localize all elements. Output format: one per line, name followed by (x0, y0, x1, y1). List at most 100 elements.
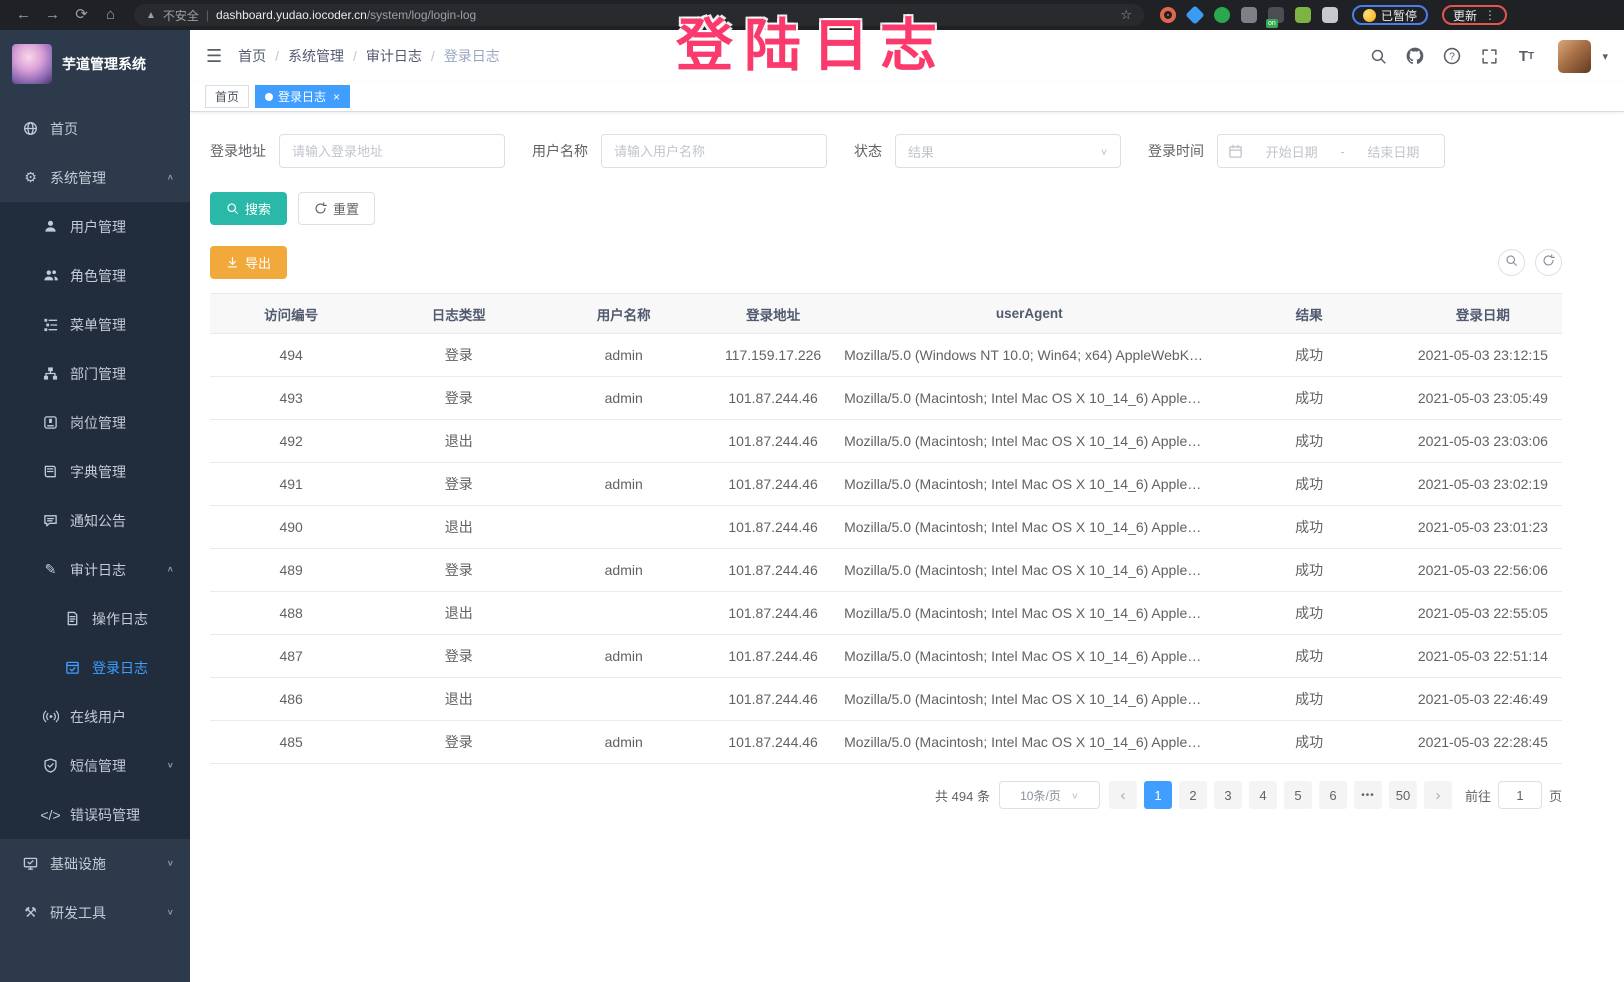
sidebar-item-devtools[interactable]: ⚒研发工具∨ (0, 888, 190, 937)
sidebar-item-operate-log[interactable]: 操作日志 (0, 594, 190, 643)
reload-icon[interactable]: ⟳ (68, 3, 95, 27)
sidebar-item-errcode[interactable]: </>错误码管理 (0, 790, 190, 839)
puzzle-extension-icon[interactable] (1322, 7, 1338, 23)
fullscreen-icon[interactable] (1480, 47, 1498, 65)
sidebar-item-home[interactable]: 首页 (0, 104, 190, 153)
sidebar-item-dict[interactable]: 字典管理 (0, 447, 190, 496)
tag-登录日志[interactable]: 登录日志 × (255, 85, 350, 108)
page-button-5[interactable]: 5 (1284, 781, 1312, 809)
table-row[interactable]: 485登录admin101.87.244.46Mozilla/5.0 (Maci… (210, 721, 1562, 764)
sidebar-item-dept[interactable]: 部门管理 (0, 349, 190, 398)
next-page-button[interactable]: › (1424, 781, 1452, 809)
sidebar-item-infra[interactable]: 基础设施∨ (0, 839, 190, 888)
close-icon[interactable]: × (333, 90, 340, 104)
start-date-placeholder[interactable]: 开始日期 (1251, 142, 1332, 161)
table-row[interactable]: 489登录admin101.87.244.46Mozilla/5.0 (Maci… (210, 549, 1562, 592)
breadcrumb-item[interactable]: 首页 (238, 46, 266, 66)
blue-gem-extension-icon[interactable] (1185, 5, 1204, 24)
table-row[interactable]: 486退出101.87.244.46Mozilla/5.0 (Macintosh… (210, 678, 1562, 721)
search-button[interactable]: 搜索 (210, 192, 287, 225)
table-row[interactable]: 490退出101.87.244.46Mozilla/5.0 (Macintosh… (210, 506, 1562, 549)
table-cell (545, 678, 702, 721)
sidebar-item-audit[interactable]: ✎审计日志∧ (0, 545, 190, 594)
book-icon (42, 464, 59, 479)
bookmark-star-icon[interactable]: ☆ (1120, 7, 1132, 23)
github-icon[interactable] (1406, 47, 1424, 65)
table-row[interactable]: 488退出101.87.244.46Mozilla/5.0 (Macintosh… (210, 592, 1562, 635)
status-select[interactable]: 结果 ∨ (895, 134, 1121, 168)
sidebar-item-label: 岗位管理 (70, 413, 126, 433)
caret-down-icon[interactable]: ▾ (1602, 50, 1608, 63)
user-avatar[interactable] (1558, 40, 1591, 73)
refresh-table-button[interactable] (1535, 249, 1562, 276)
browser-menu-icon[interactable]: ⋮ (1484, 8, 1496, 22)
total-count-label: 共 494 条 (935, 786, 990, 805)
table-row[interactable]: 492退出101.87.244.46Mozilla/5.0 (Macintosh… (210, 420, 1562, 463)
sidebar-item-menu[interactable]: 菜单管理 (0, 300, 190, 349)
browser-update-button[interactable]: 更新 ⋮ (1442, 5, 1507, 25)
breadcrumb-item[interactable]: 审计日志 (366, 46, 422, 66)
main-area: ☰ 首页/系统管理/审计日志/登录日志 ▾ ?TT 首页登录日志× 登录地址 用… (190, 30, 1624, 982)
forward-icon[interactable]: → (39, 3, 66, 27)
table-cell: 2021-05-03 22:46:49 (1404, 678, 1562, 721)
breadcrumb-item[interactable]: 系统管理 (288, 46, 344, 66)
column-header: 用户名称 (545, 294, 702, 334)
table-row[interactable]: 493登录admin101.87.244.46Mozilla/5.0 (Maci… (210, 377, 1562, 420)
search-icon[interactable] (1369, 47, 1387, 65)
download-icon (226, 256, 239, 269)
page-size-select[interactable]: 10条/页 ∨ (999, 781, 1100, 809)
help-icon[interactable]: ? (1443, 47, 1461, 65)
font-size-icon[interactable]: TT (1517, 47, 1535, 65)
header-actions: ▾ ? TT (1369, 40, 1608, 73)
security-warning-label[interactable]: 不安全 (163, 7, 199, 24)
hide-search-button[interactable] (1498, 249, 1525, 276)
home-icon[interactable]: ⌂ (97, 3, 124, 27)
grid-extension-icon[interactable] (1241, 7, 1257, 23)
back-icon[interactable]: ← (10, 3, 37, 27)
table-cell: 登录 (372, 334, 545, 377)
sidebar-logo-row[interactable]: 芋道管理系统 (0, 30, 190, 94)
table-cell: 登录 (372, 721, 545, 764)
login-address-input[interactable] (279, 134, 505, 168)
doc-icon (64, 611, 81, 626)
page-button-2[interactable]: 2 (1179, 781, 1207, 809)
sidebar-item-notice[interactable]: 通知公告 (0, 496, 190, 545)
address-bar[interactable]: ▲ 不安全 | dashboard.yudao.iocoder.cn/syste… (134, 4, 1144, 26)
list-extension-icon[interactable]: on (1268, 7, 1284, 23)
sidebar-item-role[interactable]: 角色管理 (0, 251, 190, 300)
page-button-1[interactable]: 1 (1144, 781, 1172, 809)
sidebar-item-post[interactable]: 岗位管理 (0, 398, 190, 447)
table-row[interactable]: 494登录admin117.159.17.226Mozilla/5.0 (Win… (210, 334, 1562, 377)
page-button-3[interactable]: 3 (1214, 781, 1242, 809)
page-button-6[interactable]: 6 (1319, 781, 1347, 809)
sidebar-item-login-log[interactable]: 登录日志 (0, 643, 190, 692)
table-row[interactable]: 491登录admin101.87.244.46Mozilla/5.0 (Maci… (210, 463, 1562, 506)
date-range-picker[interactable]: 开始日期 - 结束日期 (1217, 134, 1445, 168)
username-input[interactable] (601, 134, 827, 168)
profile-paused-badge[interactable]: 已暂停 (1352, 5, 1428, 25)
table-cell: Mozilla/5.0 (Macintosh; Intel Mac OS X 1… (844, 377, 1214, 420)
page-button-4[interactable]: 4 (1249, 781, 1277, 809)
sidebar-item-sms[interactable]: 短信管理∨ (0, 741, 190, 790)
export-button[interactable]: 导出 (210, 246, 287, 279)
leaf-extension-icon[interactable] (1295, 7, 1311, 23)
sidebar-item-system[interactable]: ⚙系统管理∧ (0, 153, 190, 202)
pager: ‹123456•••50› (1109, 781, 1452, 809)
page-button-50[interactable]: 50 (1389, 781, 1417, 809)
sidebar-item-online[interactable]: 在线用户 (0, 692, 190, 741)
reset-button[interactable]: 重置 (298, 192, 375, 225)
end-date-placeholder[interactable]: 结束日期 (1353, 142, 1434, 161)
sidebar-item-user[interactable]: 用户管理 (0, 202, 190, 251)
gear-icon: ⚙ (22, 169, 39, 186)
green-heart-extension-icon[interactable] (1214, 7, 1230, 23)
tag-label: 登录日志 (278, 88, 326, 105)
orange-extension-icon[interactable] (1160, 7, 1176, 23)
collapse-sidebar-icon[interactable]: ☰ (206, 46, 222, 67)
prev-page-button[interactable]: ‹ (1109, 781, 1137, 809)
table-cell: 成功 (1215, 420, 1404, 463)
table-row[interactable]: 487登录admin101.87.244.46Mozilla/5.0 (Maci… (210, 635, 1562, 678)
more-pages-button[interactable]: ••• (1354, 781, 1382, 809)
page-url: dashboard.yudao.iocoder.cn/system/log/lo… (216, 8, 476, 22)
goto-page-input[interactable] (1498, 781, 1542, 809)
tag-首页[interactable]: 首页 (205, 85, 249, 108)
